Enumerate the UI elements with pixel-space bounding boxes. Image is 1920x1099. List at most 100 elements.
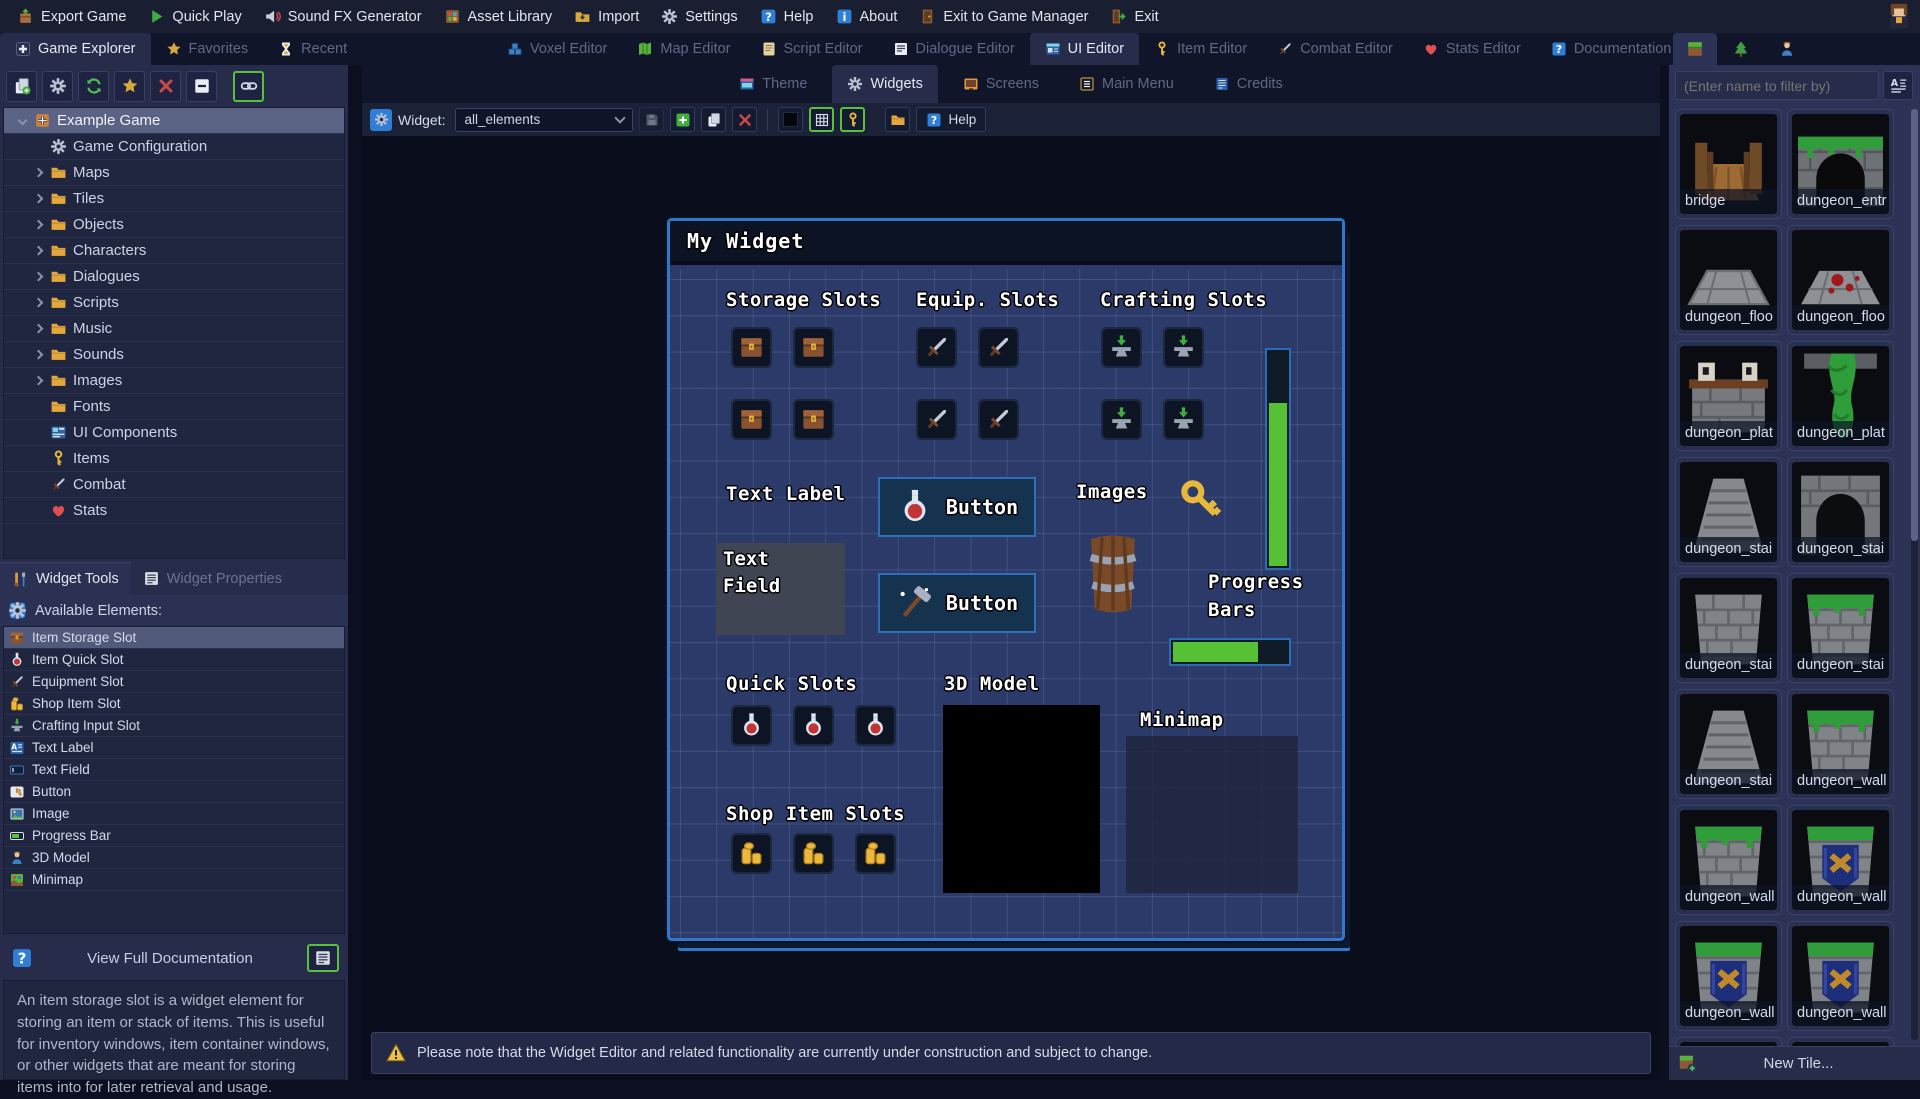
menu-item[interactable]: Help bbox=[749, 0, 825, 33]
key-image[interactable] bbox=[1165, 464, 1239, 538]
model-3d-element[interactable] bbox=[943, 705, 1100, 893]
menu-item[interactable]: Exit to Game Manager bbox=[908, 0, 1099, 33]
button-element[interactable]: Button bbox=[878, 573, 1036, 633]
tile-card[interactable]: dungeon_entr bbox=[1787, 109, 1894, 219]
element-list-item[interactable]: Crafting Input Slot bbox=[4, 715, 344, 737]
menu-item[interactable]: Import bbox=[563, 0, 650, 33]
element-list-item[interactable]: Image bbox=[4, 803, 344, 825]
save-widget-button[interactable] bbox=[639, 107, 664, 132]
delete-button[interactable] bbox=[150, 71, 181, 102]
item-quick-slot[interactable] bbox=[855, 705, 896, 746]
tile-card[interactable]: dungeon_wall bbox=[1787, 805, 1894, 915]
widget-window[interactable]: My Widget Storage Slots Equip. Slots Cra… bbox=[670, 221, 1342, 938]
tab-characters[interactable] bbox=[1765, 33, 1809, 65]
delete-widget-button[interactable] bbox=[732, 107, 757, 132]
tab-objects[interactable] bbox=[1719, 33, 1763, 65]
tile-card[interactable]: dungeon_stai bbox=[1675, 689, 1782, 799]
editor-tab[interactable]: Combat Editor bbox=[1262, 33, 1408, 65]
new-tile-button[interactable]: New Tile... bbox=[1669, 1046, 1920, 1080]
element-list-item[interactable]: Progress Bar bbox=[4, 825, 344, 847]
tile-card[interactable]: dungeon_stai bbox=[1787, 573, 1894, 683]
menu-item[interactable]: Asset Library bbox=[433, 0, 564, 33]
collapse-all-button[interactable] bbox=[186, 71, 217, 102]
menu-item[interactable]: Quick Play bbox=[137, 0, 252, 33]
duplicate-widget-button[interactable] bbox=[701, 107, 726, 132]
editor-tab[interactable]: Dialogue Editor bbox=[878, 33, 1030, 65]
tile-card[interactable]: dungeon_stai bbox=[1675, 573, 1782, 683]
equipment-slot[interactable] bbox=[978, 399, 1019, 440]
tile-card[interactable]: dungeon_wall bbox=[1675, 805, 1782, 915]
chevron-right-icon[interactable] bbox=[34, 376, 44, 386]
sort-by-name-button[interactable] bbox=[1883, 71, 1913, 100]
chevron-right-icon[interactable] bbox=[34, 324, 44, 334]
element-list-item[interactable]: Text Label bbox=[4, 737, 344, 759]
tree-item[interactable]: UI Components bbox=[4, 420, 344, 446]
minimap-element[interactable] bbox=[1126, 736, 1298, 893]
tile-card[interactable]: dungeon_plat bbox=[1675, 341, 1782, 451]
panel-tab[interactable]: Favorites bbox=[151, 33, 264, 65]
refresh-button[interactable] bbox=[78, 71, 109, 102]
item-storage-slot[interactable] bbox=[731, 327, 772, 368]
grid-toggle-button[interactable] bbox=[809, 107, 834, 132]
item-storage-slot[interactable] bbox=[793, 327, 834, 368]
shop-item-slot[interactable] bbox=[731, 833, 772, 874]
chevron-down-icon[interactable] bbox=[18, 116, 28, 126]
equipment-slot[interactable] bbox=[916, 327, 957, 368]
help-button[interactable]: Help bbox=[916, 107, 986, 132]
new-resource-button[interactable] bbox=[6, 71, 37, 102]
tree-item[interactable]: Tiles bbox=[4, 186, 344, 212]
tree-item[interactable]: Game Configuration bbox=[4, 134, 344, 160]
tree-item[interactable]: Items bbox=[4, 446, 344, 472]
ui-editor-tab[interactable]: Main Menu bbox=[1064, 65, 1189, 103]
tree-item[interactable]: Music bbox=[4, 316, 344, 342]
ui-editor-tab[interactable]: Theme bbox=[724, 65, 822, 103]
editor-tab[interactable]: Voxel Editor bbox=[492, 33, 622, 65]
shop-item-slot[interactable] bbox=[793, 833, 834, 874]
tile-filter-field[interactable] bbox=[1675, 71, 1879, 100]
item-ids-toggle-button[interactable] bbox=[840, 107, 865, 132]
ui-editor-tab[interactable]: Widgets bbox=[832, 65, 937, 103]
tree-item[interactable]: Fonts bbox=[4, 394, 344, 420]
tile-card[interactable]: bridge bbox=[1675, 109, 1782, 219]
chevron-right-icon[interactable] bbox=[34, 272, 44, 282]
shop-item-slot[interactable] bbox=[855, 833, 896, 874]
chevron-right-icon[interactable] bbox=[34, 220, 44, 230]
chevron-right-icon[interactable] bbox=[34, 246, 44, 256]
tree-item[interactable]: Sounds bbox=[4, 342, 344, 368]
chevron-right-icon[interactable] bbox=[34, 350, 44, 360]
tab-tiles[interactable] bbox=[1673, 33, 1717, 65]
tree-item[interactable]: Maps bbox=[4, 160, 344, 186]
tool-panel-tab[interactable]: Widget Properties bbox=[131, 562, 294, 595]
item-storage-slot[interactable] bbox=[731, 399, 772, 440]
element-list-item[interactable]: Item Storage Slot bbox=[4, 627, 344, 649]
ui-editor-tab[interactable]: Credits bbox=[1199, 65, 1298, 103]
menu-item[interactable]: Export Game bbox=[6, 0, 137, 33]
tile-card[interactable]: dungeon_wall bbox=[1787, 689, 1894, 799]
tile-card[interactable]: dungeon_wall bbox=[1787, 921, 1894, 1031]
tree-item[interactable]: Stats bbox=[4, 498, 344, 524]
item-quick-slot[interactable] bbox=[793, 705, 834, 746]
chevron-right-icon[interactable] bbox=[34, 194, 44, 204]
editor-tab[interactable]: Stats Editor bbox=[1408, 33, 1536, 65]
open-folder-button[interactable] bbox=[885, 107, 910, 132]
text-field-element[interactable]: Text Field bbox=[716, 543, 845, 635]
element-list-item[interactable]: Button bbox=[4, 781, 344, 803]
chevron-right-icon[interactable] bbox=[34, 298, 44, 308]
vertical-progress-bar[interactable] bbox=[1265, 348, 1291, 570]
panel-tab[interactable]: Game Explorer bbox=[0, 33, 151, 65]
menu-item[interactable]: Sound FX Generator bbox=[253, 0, 433, 33]
horizontal-progress-bar[interactable] bbox=[1169, 638, 1291, 666]
text-label-element[interactable]: Text Label bbox=[726, 483, 845, 505]
editor-tab[interactable]: Documentation bbox=[1536, 33, 1687, 65]
editor-tab[interactable]: Item Editor bbox=[1139, 33, 1262, 65]
element-list-item[interactable]: Minimap bbox=[4, 869, 344, 891]
user-avatar-icon[interactable] bbox=[1884, 1, 1914, 31]
tile-card[interactable]: dungeon_plat bbox=[1787, 341, 1894, 451]
tile-grid-scrollbar[interactable] bbox=[1911, 109, 1918, 1040]
tool-panel-tab[interactable]: Widget Tools bbox=[0, 562, 131, 595]
panel-tab[interactable]: Recent bbox=[263, 33, 362, 65]
link-toggle-button[interactable] bbox=[233, 71, 264, 102]
widget-window-titlebar[interactable]: My Widget bbox=[670, 221, 1342, 265]
menu-item[interactable]: Exit bbox=[1099, 0, 1169, 33]
crafting-input-slot[interactable] bbox=[1163, 399, 1204, 440]
